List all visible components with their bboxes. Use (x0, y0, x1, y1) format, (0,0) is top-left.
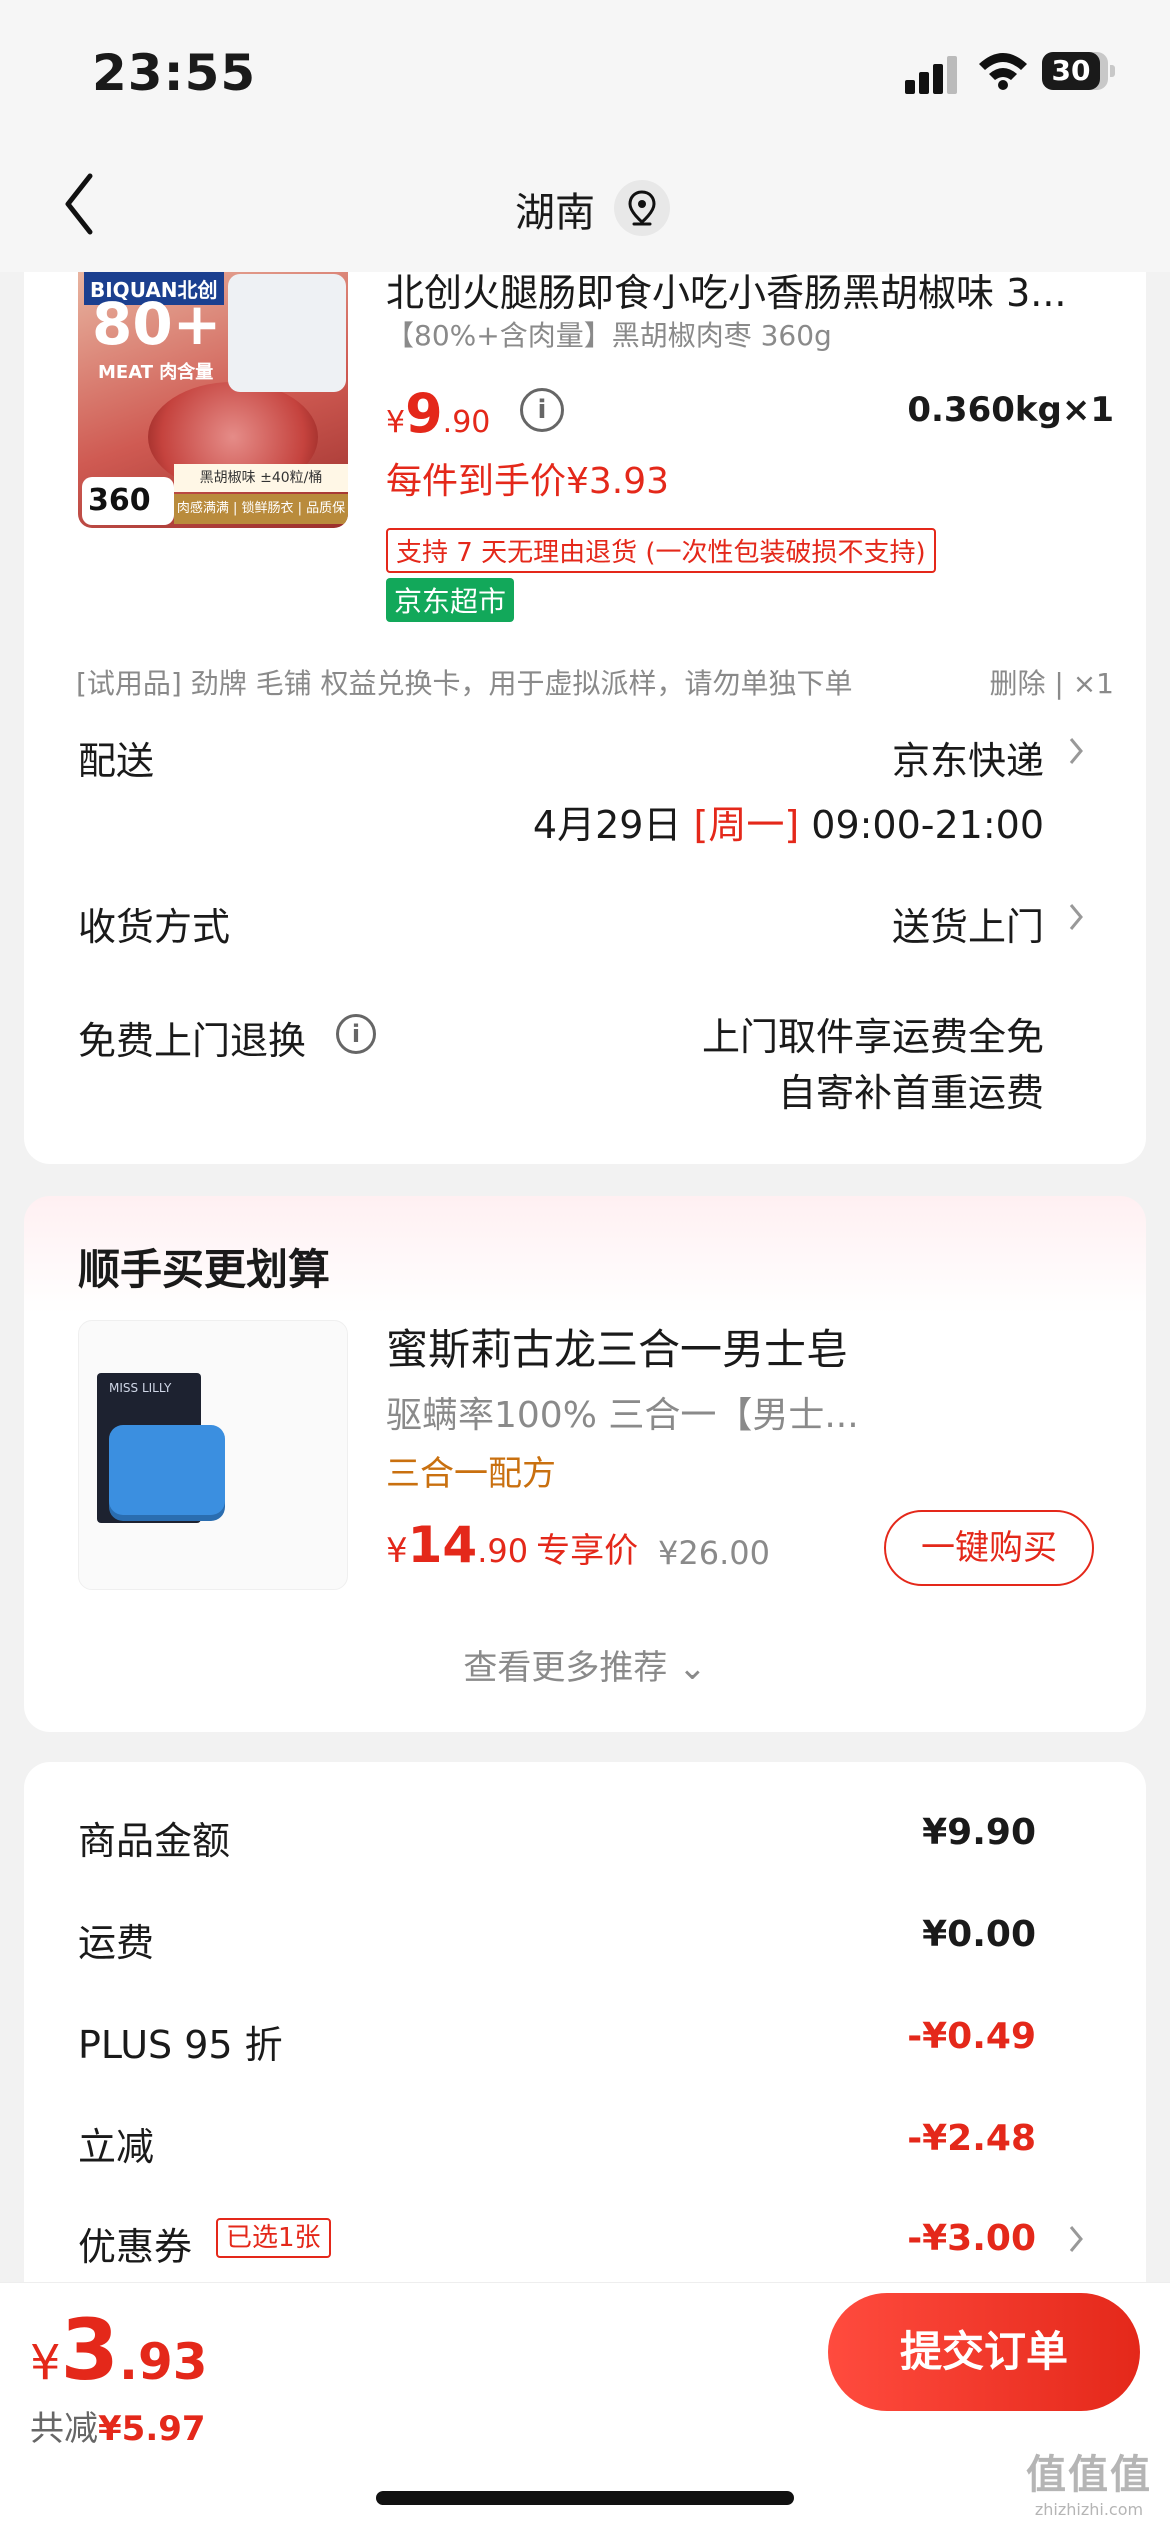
total-symbol: ¥ (30, 2335, 61, 2391)
watermark-logo: 值值值 (1026, 2452, 1152, 2498)
receive-method-value[interactable]: 送货上门 (892, 896, 1044, 951)
product-image-weight: 360 (82, 477, 174, 525)
watermark: 值值值 zhizhizhi.com (1014, 2442, 1164, 2522)
product-jar-graphic (228, 274, 346, 392)
summary-value-discount: -¥2.48 (907, 2118, 1036, 2159)
battery-level: 30 (1042, 52, 1100, 90)
product-quantity: 0.360kg×1 (907, 390, 1114, 430)
price-decimal: .90 (442, 405, 491, 440)
product-spec: 【80%+含肉量】黑胡椒肉枣 360g (386, 319, 832, 352)
chevron-right-icon[interactable] (1068, 736, 1084, 766)
total-integer: 3 (60, 2301, 119, 2399)
total-price: ¥3.93 (30, 2301, 208, 2399)
home-indicator[interactable] (376, 2491, 794, 2505)
top-bar: 23:55 30 湖南 (0, 0, 1170, 272)
recommend-card: 顺手买更划算 MISS LILLY 蜜斯莉古龙三合一男士皂 驱螨率100% 三合… (24, 1196, 1146, 1732)
price-tag: 专享价 (536, 1531, 639, 1571)
watermark-url: zhizhizhi.com (1034, 2500, 1144, 2519)
delivery-time: 09:00-21:00 (811, 803, 1044, 847)
store-tag: 京东超市 (386, 578, 515, 622)
total-decimal: .93 (119, 2333, 208, 2391)
summary-label-coupon: 优惠券 (78, 2225, 193, 2269)
product-image[interactable]: BIQUAN北创 80+ MEAT 肉含量 360 黑胡椒味 ±40粒/桶 肉感… (78, 272, 348, 528)
free-return-info-icon[interactable]: i (336, 1014, 376, 1054)
coupon-selected-tag[interactable]: 已选1张 (216, 2218, 331, 2258)
page-title[interactable]: 湖南 (0, 180, 1170, 238)
product-image-strip: 肉感满满 | 锁鲜肠衣 | 品质保证 (174, 494, 348, 524)
battery-icon: 30 (1042, 52, 1115, 90)
recommend-product-name[interactable]: 蜜斯莉古龙三合一男士皂 (386, 1316, 848, 1377)
price-symbol: ¥ (386, 405, 406, 440)
product-image-flavor: 黑胡椒味 ±40粒/桶 (174, 464, 348, 492)
checkout-bar: ¥3.93 共减¥5.97 提交订单 (0, 2282, 1170, 2532)
free-return-label: 免费上门退换 (78, 1019, 307, 1063)
summary-label-discount: 立减 (78, 2125, 155, 2169)
summary-value-shipping: ¥0.00 (922, 1914, 1036, 1955)
trial-item-delete[interactable]: 删除 | ×1 (989, 662, 1114, 702)
price-decimal: .90 (477, 1532, 529, 1570)
recommend-product-image[interactable]: MISS LILLY (78, 1320, 348, 1590)
free-return-line2: 自寄补首重运费 (777, 1071, 1044, 1115)
saved-value: ¥5.97 (98, 2409, 206, 2449)
receive-method-label: 收货方式 (78, 905, 231, 949)
price-symbol: ¥ (386, 1531, 408, 1571)
product-name[interactable]: 北创火腿肠即食小吃小香肠黑胡椒味 3... (386, 262, 1116, 317)
summary-value-plus: -¥0.49 (907, 2016, 1036, 2057)
summary-value-coupon[interactable]: -¥3.00 (907, 2218, 1036, 2259)
return-policy-tag: 支持 7 天无理由退货 (一次性包装破损不支持) (386, 528, 936, 573)
wifi-icon (979, 53, 1027, 90)
chevron-right-icon[interactable] (1068, 2224, 1084, 2254)
recommend-title: 顺手买更划算 (78, 1245, 331, 1294)
delivery-date-day: 4月29日 (532, 803, 682, 847)
net-price: 每件到手价¥3.93 (386, 461, 670, 502)
free-return-line1: 上门取件享运费全免 (701, 1015, 1044, 1059)
product-image-meat-label: MEAT 肉含量 (98, 362, 214, 383)
soap-bar-graphic (109, 1425, 225, 1515)
product-image-percent: 80+ (92, 290, 222, 358)
saved-prefix: 共减 (30, 2409, 98, 2449)
chevron-right-icon[interactable] (1068, 902, 1084, 932)
summary-value-goods: ¥9.90 (922, 1812, 1036, 1853)
recommend-product-feature: 三合一配方 (386, 1454, 556, 1494)
delivery-weekday: [周一] (693, 803, 800, 847)
product-price: ¥9.90 (386, 382, 490, 445)
quick-buy-button[interactable]: 一键购买 (884, 1510, 1094, 1586)
trial-item-text: [试用品] 劲牌 毛铺 权益兑换卡，用于虚拟派样，请勿单独下单 (76, 667, 853, 700)
summary-label-goods: 商品金额 (78, 1819, 231, 1863)
price-info-icon[interactable]: i (520, 388, 564, 432)
cellular-signal-icon (905, 56, 959, 94)
order-item-card: BIQUAN北创 80+ MEAT 肉含量 360 黑胡椒味 ±40粒/桶 肉感… (24, 271, 1146, 1164)
price-summary-card: 商品金额 ¥9.90 运费 ¥0.00 PLUS 95 折 -¥0.49 立减 … (24, 1762, 1146, 2282)
original-price: ¥26.00 (658, 1534, 770, 1572)
price-integer: 9 (405, 382, 443, 445)
delivery-label: 配送 (78, 739, 155, 783)
summary-label-plus: PLUS 95 折 (78, 2023, 283, 2067)
price-integer: 14 (407, 1516, 478, 1574)
status-time: 23:55 (92, 44, 257, 102)
summary-label-shipping: 运费 (78, 1921, 155, 1965)
view-more-recommend[interactable]: 查看更多推荐 ⌄ (24, 1640, 1146, 1689)
soap-logo: MISS LILLY (109, 1381, 172, 1395)
delivery-carrier[interactable]: 京东快递 (892, 730, 1044, 785)
recommend-product-price: ¥14.90 专享价 (386, 1516, 638, 1574)
recommend-product-desc: 驱螨率100% 三合一【男士... (386, 1395, 859, 1436)
total-saved[interactable]: 共减¥5.97 (30, 2401, 206, 2450)
location-pin-icon[interactable] (614, 180, 670, 236)
delivery-date[interactable]: 4月29日 [周一] 09:00-21:00 (533, 794, 1044, 849)
submit-order-button[interactable]: 提交订单 (828, 2293, 1140, 2411)
